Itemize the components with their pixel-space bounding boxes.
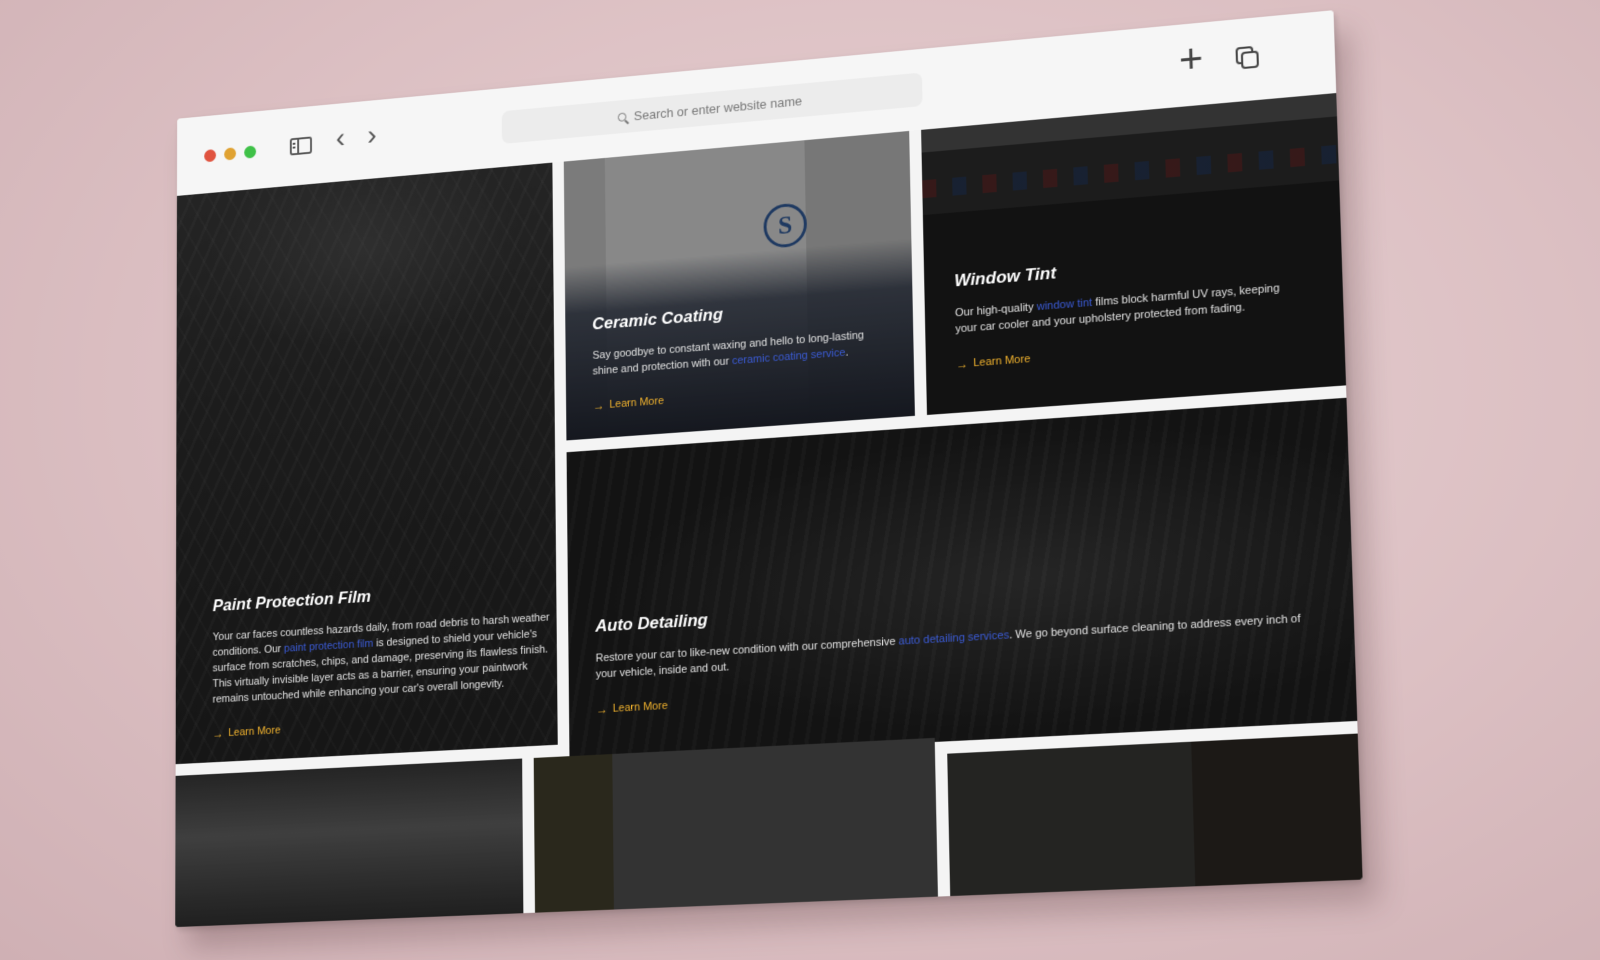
service-inline-link[interactable]: paint protection film [284, 638, 373, 655]
learn-more-link[interactable]: → Learn More [956, 352, 1030, 372]
service-description: Say goodbye to constant waxing and hello… [592, 326, 886, 380]
minimize-window-button[interactable] [224, 147, 236, 160]
new-tab-plus-icon[interactable]: + [1178, 39, 1203, 81]
service-card-auto-detailing: Auto Detailing Restore your car to like-… [567, 398, 1358, 760]
service-card-window-tint: Window Tint Our high-quality window tint… [921, 93, 1346, 415]
service-description: Our high-quality window tint films block… [955, 279, 1295, 337]
service-card-bottom-2 [534, 738, 938, 919]
service-card-paint-protection-film: Paint Protection Film Your car faces cou… [176, 163, 558, 765]
back-arrow-icon[interactable]: ‹ [336, 126, 345, 152]
tabs-overview-icon[interactable] [1235, 45, 1258, 69]
browser-window: ‹ › Search or enter website name + Paint… [175, 10, 1362, 927]
window-controls [204, 145, 256, 162]
arrow-right-icon: → [596, 702, 608, 717]
learn-more-link[interactable]: → Learn More [593, 394, 664, 413]
service-description: Your car faces countless hazards daily, … [213, 609, 555, 707]
forward-arrow-icon[interactable]: › [367, 123, 376, 149]
search-icon [618, 112, 627, 121]
service-card-bottom-1 [175, 759, 523, 928]
arrow-right-icon: → [213, 726, 224, 740]
card-body: Paint Protection Film Your car faces cou… [213, 576, 555, 743]
learn-more-link[interactable]: → Learn More [596, 699, 668, 717]
sidebar-toggle-icon[interactable] [290, 136, 312, 155]
service-card-bottom-3 [947, 734, 1362, 919]
mockup-scene: ‹ › Search or enter website name + Paint… [0, 0, 1600, 960]
close-window-button[interactable] [204, 149, 216, 162]
zoom-window-button[interactable] [244, 145, 256, 158]
arrow-right-icon: → [593, 398, 605, 413]
learn-more-link[interactable]: → Learn More [213, 723, 281, 740]
service-inline-link[interactable]: window tint [1037, 297, 1093, 313]
address-bar[interactable]: Search or enter website name [502, 72, 923, 143]
service-card-ceramic-coating: S Ceramic Coating Say goodbye to constan… [564, 131, 915, 440]
page-content: Paint Protection Film Your car faces cou… [175, 93, 1362, 927]
address-placeholder: Search or enter website name [634, 93, 802, 123]
service-inline-link[interactable]: auto detailing services [898, 629, 1009, 647]
arrow-right-icon: → [956, 357, 968, 372]
